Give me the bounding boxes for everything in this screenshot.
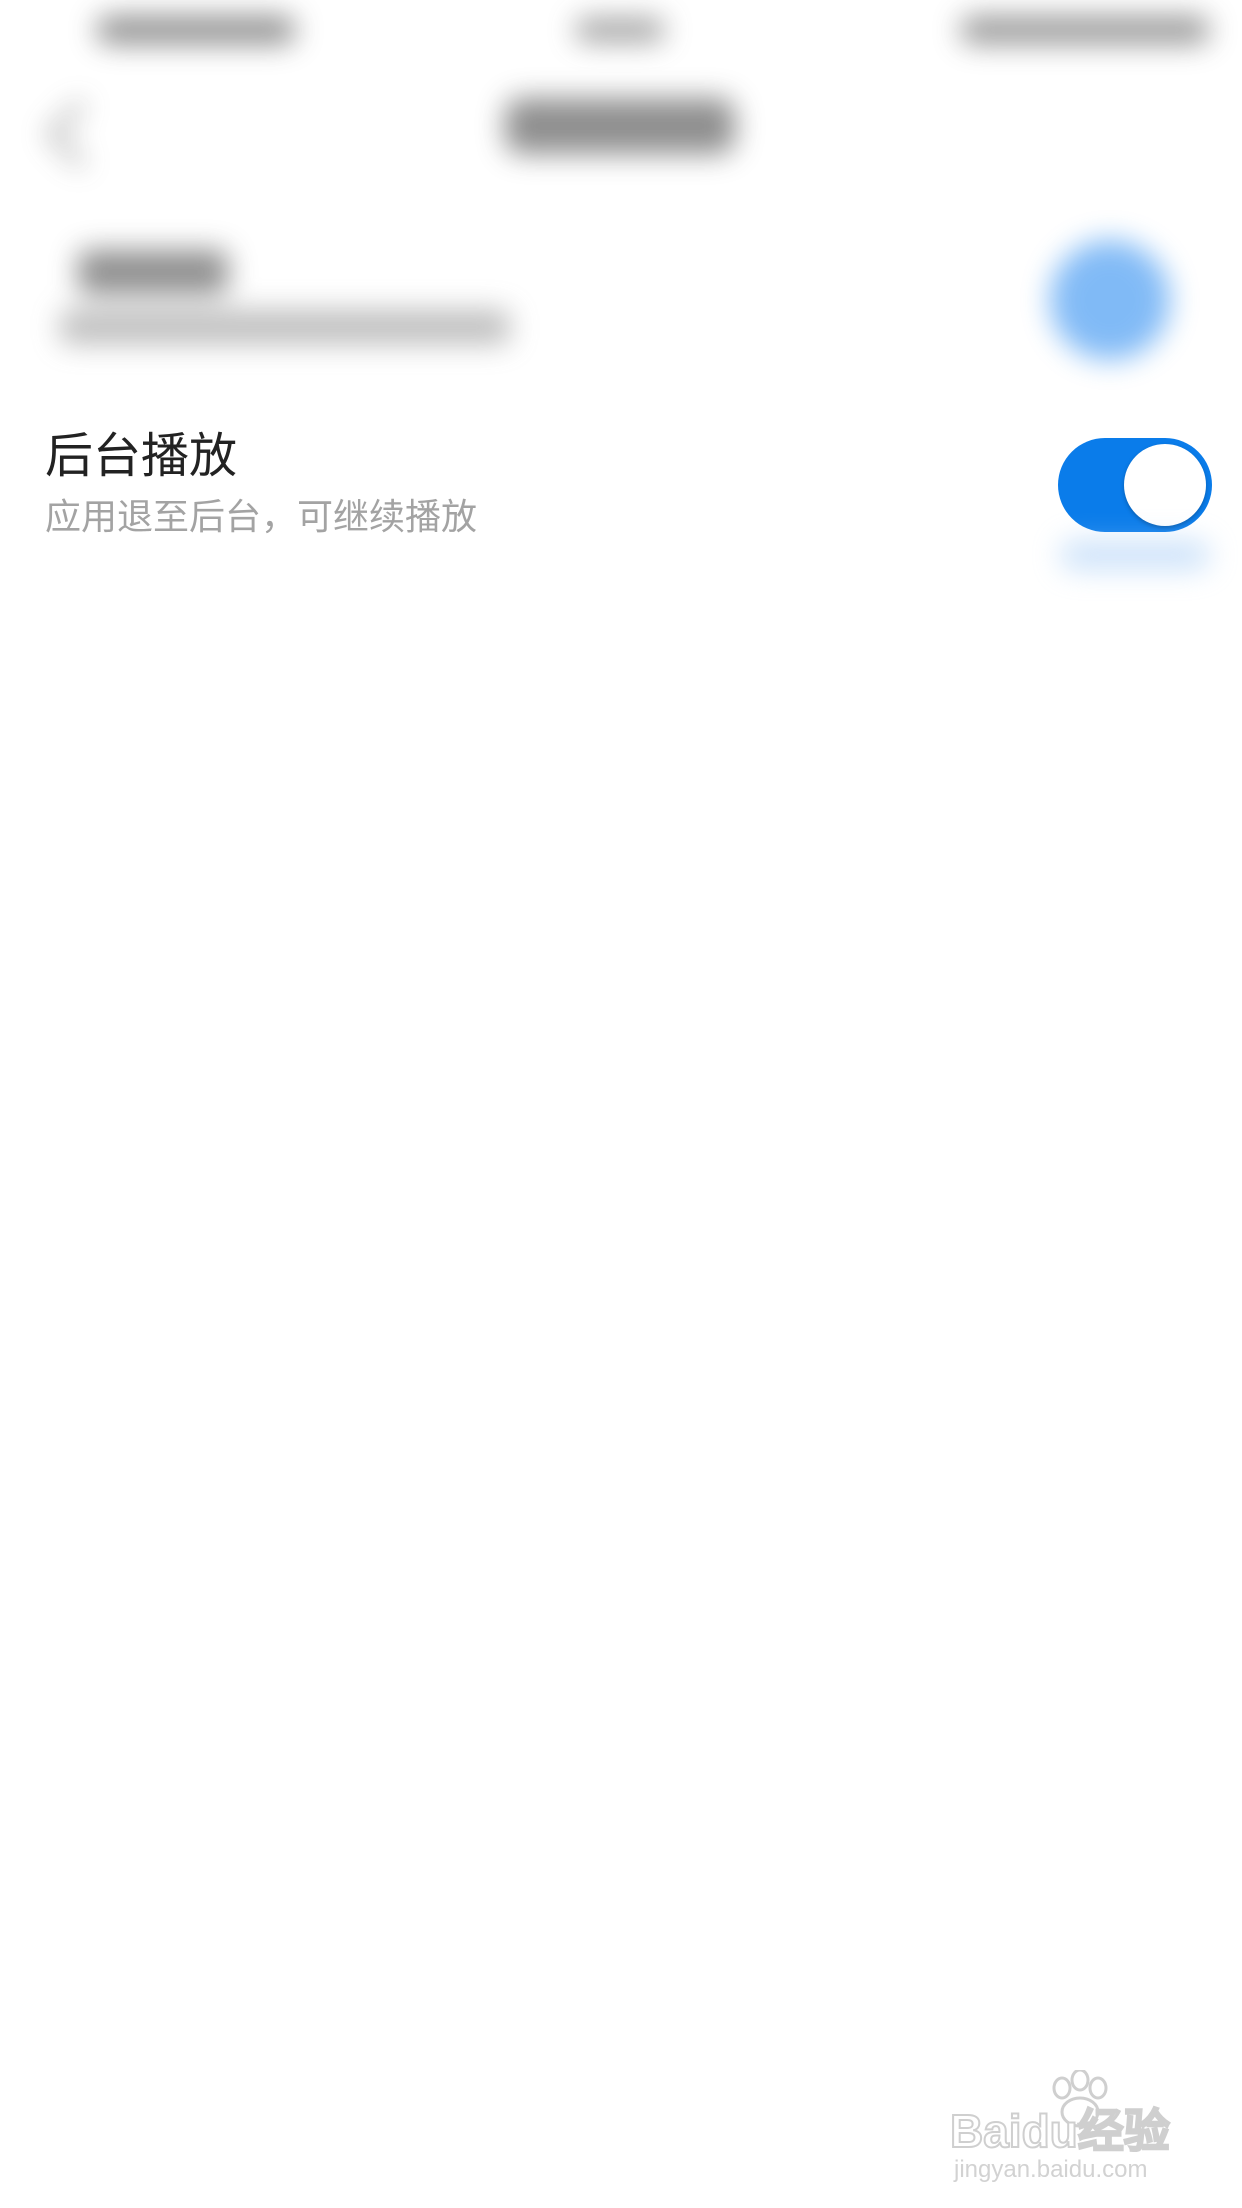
page-title (505, 98, 735, 154)
setting-title: 后台播放 (45, 428, 238, 484)
blurred-setting-toggle (1050, 240, 1170, 360)
blurred-setting-subtitle (60, 310, 510, 344)
status-bar-carrier (96, 16, 296, 44)
background-play-toggle[interactable] (1058, 438, 1212, 532)
navigation-bar (0, 70, 1242, 190)
toggle-glow (1060, 540, 1210, 570)
watermark-brand: Baidu经验 (949, 2104, 1171, 2158)
toggle-knob (1124, 444, 1206, 526)
back-arrow-icon[interactable] (46, 100, 114, 168)
status-bar-time (575, 18, 665, 42)
setting-subtitle: 应用退至后台，可继续播放 (45, 497, 478, 538)
watermark: Baidu经验 jingyan.baidu.com (949, 2070, 1180, 2183)
watermark-url: jingyan.baidu.com (954, 2156, 1148, 2183)
background-play-setting: 后台播放 应用退至后台，可继续播放 (0, 410, 1242, 560)
blurred-setting-row (0, 210, 1242, 400)
blurred-setting-title (78, 250, 228, 294)
status-bar (0, 0, 1242, 64)
status-bar-indicators (960, 16, 1210, 44)
